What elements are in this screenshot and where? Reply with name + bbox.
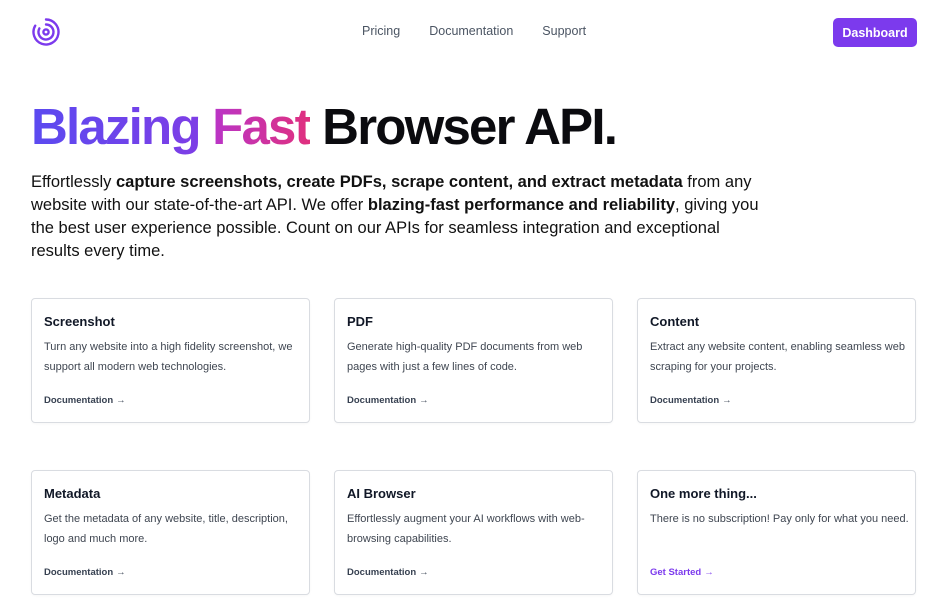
card-title: Metadata [44, 486, 101, 501]
card-description: Effortlessly augment your AI workflows w… [347, 513, 585, 545]
hero-desc-text-1: Effortlessly [31, 173, 116, 191]
card-description: Turn any website into a high fidelity sc… [44, 341, 293, 373]
card-title: AI Browser [347, 486, 416, 501]
feature-card-screenshot: Screenshot Turn any website into a high … [31, 298, 310, 423]
arrow-right-icon: → [116, 395, 126, 406]
card-title: One more thing... [650, 486, 757, 501]
nav-link-documentation[interactable]: Documentation [429, 24, 513, 38]
hero-desc-bold-1: capture screenshots, create PDFs, scrape… [115, 173, 683, 191]
card-documentation-link[interactable]: Documentation → [650, 395, 732, 406]
hero-desc-bold-2: blazing-fast performance and reliability [367, 196, 676, 214]
nav-link-pricing[interactable]: Pricing [362, 24, 400, 38]
card-link-label: Documentation [347, 395, 417, 406]
hero-title: Blazing Fast Browser API. [31, 96, 618, 158]
feature-card-ai-browser: AI Browser Effortlessly augment your AI … [334, 470, 613, 595]
card-description: There is no subscription! Pay only for w… [650, 513, 909, 525]
card-link-label: Get Started [650, 567, 702, 578]
card-documentation-link[interactable]: Documentation → [347, 567, 429, 578]
feature-card-pdf: PDF Generate high-quality PDF documents … [334, 298, 613, 423]
dashboard-button[interactable]: Dashboard [833, 18, 917, 47]
hero-title-word-blazing: Blazing [31, 98, 202, 155]
card-link-label: Documentation [44, 567, 114, 578]
feature-card-one-more-thing: One more thing... There is no subscripti… [637, 470, 916, 595]
top-nav: Pricing Documentation Support Dashboard [0, 0, 948, 64]
card-title: PDF [347, 314, 373, 329]
arrow-right-icon: → [722, 395, 732, 406]
hero-title-word-fast: Fast [212, 98, 311, 155]
card-description: Extract any website content, enabling se… [650, 341, 905, 373]
card-description: Get the metadata of any website, title, … [44, 513, 288, 545]
arrow-right-icon: → [116, 567, 126, 578]
card-documentation-link[interactable]: Documentation → [44, 395, 126, 406]
arrow-right-icon: → [419, 395, 429, 406]
feature-card-metadata: Metadata Get the metadata of any website… [31, 470, 310, 595]
card-documentation-link[interactable]: Documentation → [44, 567, 126, 578]
hero-title-rest: Browser API. [322, 98, 618, 155]
hero-description: Effortlessly capture screenshots, create… [31, 171, 761, 263]
logo-icon[interactable] [31, 17, 61, 47]
arrow-right-icon: → [419, 567, 429, 578]
feature-card-content: Content Extract any website content, ena… [637, 298, 916, 423]
card-documentation-link[interactable]: Documentation → [347, 395, 429, 406]
card-description: Generate high-quality PDF documents from… [347, 341, 583, 373]
card-link-label: Documentation [44, 395, 114, 406]
arrow-right-icon: → [704, 567, 714, 578]
nav-links: Pricing Documentation Support [362, 24, 586, 38]
card-title: Content [650, 314, 700, 329]
card-title: Screenshot [44, 314, 115, 329]
card-link-label: Documentation [347, 567, 417, 578]
card-link-label: Documentation [650, 395, 720, 406]
get-started-link[interactable]: Get Started → [650, 567, 714, 578]
nav-link-support[interactable]: Support [542, 24, 586, 38]
